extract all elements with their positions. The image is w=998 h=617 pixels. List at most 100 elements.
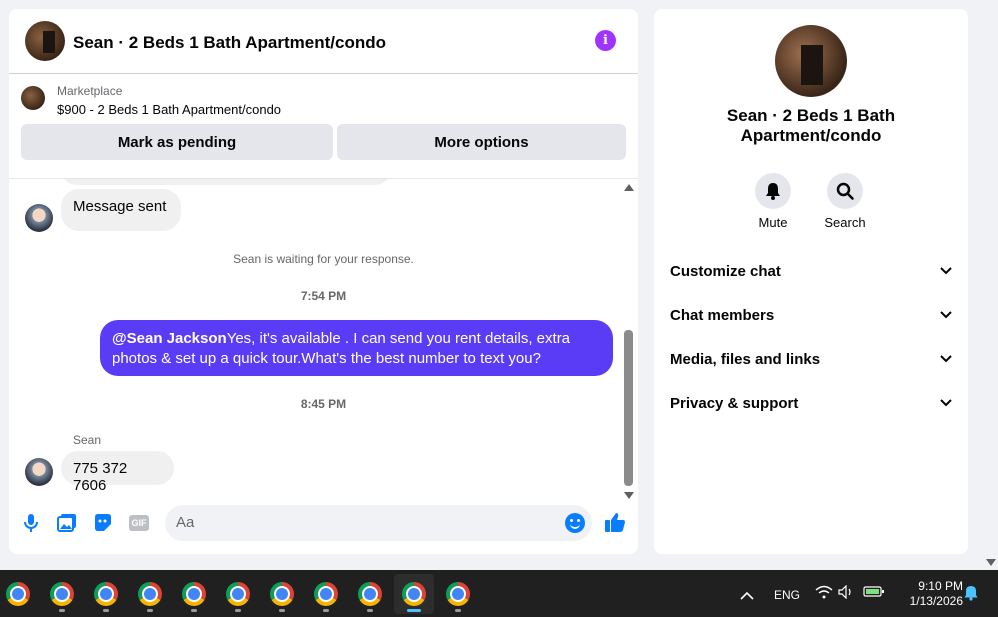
scroll-up-arrow[interactable] [624, 184, 634, 191]
chevron-down-icon [940, 399, 952, 407]
chat-members-section[interactable]: Chat members [670, 303, 952, 327]
chrome-icon [402, 582, 426, 606]
chrome-icon [446, 582, 470, 606]
sender-name: Sean [73, 433, 102, 447]
chrome-icon [314, 582, 338, 606]
running-indicator [191, 609, 197, 612]
contact-avatar-small[interactable] [25, 458, 53, 486]
marketplace-listing: Marketplace $900 - 2 Beds 1 Bath Apartme… [9, 74, 638, 179]
scroll-thumb[interactable] [624, 330, 633, 486]
message-input[interactable]: Aa [165, 505, 592, 541]
page-scroll-down-arrow[interactable] [986, 559, 996, 566]
chrome-taskbar-icon[interactable] [218, 574, 258, 614]
chrome-icon [358, 582, 382, 606]
notification-bell-icon[interactable] [964, 585, 978, 606]
running-indicator [235, 609, 241, 612]
emoji-icon[interactable] [565, 513, 585, 533]
section-label: Chat members [670, 306, 775, 324]
chrome-taskbar-icon[interactable] [306, 574, 346, 614]
scroll-down-arrow[interactable] [624, 492, 634, 499]
clock-time: 9:10 PM [918, 579, 963, 593]
language-indicator[interactable]: ENG [774, 588, 800, 602]
sticker-icon[interactable] [92, 512, 114, 534]
volume-icon[interactable] [838, 584, 854, 604]
running-indicator [367, 609, 373, 612]
info-icon[interactable]: i [595, 30, 616, 51]
timestamp: 7:54 PM [300, 289, 347, 303]
media-files-links-section[interactable]: Media, files and links [670, 347, 952, 371]
chrome-taskbar-icon[interactable] [262, 574, 302, 614]
running-indicator [455, 609, 461, 612]
chevron-down-icon [940, 355, 952, 363]
chevron-up-icon[interactable] [740, 587, 754, 605]
running-indicator [59, 609, 65, 612]
chrome-icon [6, 582, 30, 606]
mute-label: Mute [758, 215, 788, 230]
thumbs-up-icon[interactable] [604, 511, 626, 533]
timestamp: 8:45 PM [300, 397, 347, 411]
contact-avatar[interactable] [25, 21, 65, 61]
sidebar-avatar[interactable] [775, 25, 847, 97]
gif-icon[interactable]: GIF [128, 512, 150, 534]
message-list: Message sent Sean is waiting for your re… [9, 179, 638, 504]
waiting-notice: Sean is waiting for your response. [233, 252, 414, 266]
composer: GIF Aa [9, 504, 638, 554]
chat-header: Sean · 2 Beds 1 Bath Apartment/condo i [9, 9, 638, 74]
running-indicator [323, 609, 329, 612]
mute-button[interactable]: Mute [743, 173, 803, 230]
search-label: Search [824, 215, 866, 230]
chrome-taskbar-icon-active[interactable] [394, 574, 434, 614]
message-sent-text: Message sent [73, 198, 167, 215]
message-sent-bubble[interactable]: Message sent [61, 189, 181, 231]
listing-thumbnail[interactable] [21, 86, 45, 110]
incoming-message-bubble[interactable]: 775 372 7606 [61, 451, 174, 494]
sidebar-contact-name: Sean · 2 Beds 1 Bath Apartment/condo [726, 106, 896, 145]
chrome-icon [182, 582, 206, 606]
customize-chat-section[interactable]: Customize chat [670, 259, 952, 283]
section-label: Media, files and links [670, 350, 821, 368]
chrome-taskbar-icon[interactable] [438, 574, 478, 614]
clock-date: 1/13/2026 [909, 594, 963, 608]
chrome-taskbar-icon[interactable] [86, 574, 126, 614]
chrome-icon [50, 582, 74, 606]
active-indicator [407, 609, 421, 612]
message-scrollbar[interactable] [622, 179, 634, 503]
system-clock[interactable]: 9:10 PM 1/13/2026 [893, 579, 963, 609]
photo-icon[interactable] [56, 512, 78, 534]
chevron-down-icon [940, 267, 952, 275]
contact-avatar-small[interactable] [25, 204, 53, 232]
conversation-sidebar: Sean · 2 Beds 1 Bath Apartment/condo Mut… [654, 9, 968, 554]
section-label: Customize chat [670, 262, 781, 280]
wifi-icon[interactable] [815, 585, 833, 604]
chrome-icon [138, 582, 162, 606]
search-button[interactable]: Search [815, 173, 875, 230]
section-label: Privacy & support [670, 394, 799, 412]
chat-title[interactable]: Sean · 2 Beds 1 Bath Apartment/condo [73, 33, 386, 53]
chrome-icon [226, 582, 250, 606]
chrome-taskbar-icon[interactable] [0, 574, 38, 614]
listing-label: Marketplace [57, 84, 123, 98]
incoming-message-text: 775 372 7606 [73, 460, 128, 494]
chrome-icon [94, 582, 118, 606]
chrome-taskbar-icon[interactable] [130, 574, 170, 614]
bell-icon [755, 173, 791, 209]
chevron-down-icon [940, 311, 952, 319]
chrome-taskbar-icon[interactable] [350, 574, 390, 614]
chrome-icon [270, 582, 294, 606]
privacy-support-section[interactable]: Privacy & support [670, 391, 952, 415]
previous-message-bubble [61, 179, 391, 185]
chrome-taskbar-icon[interactable] [174, 574, 214, 614]
running-indicator [279, 609, 285, 612]
chrome-taskbar-icon[interactable] [42, 574, 82, 614]
running-indicator [147, 609, 153, 612]
listing-price[interactable]: $900 - 2 Beds 1 Bath Apartment/condo [57, 102, 281, 117]
more-options-button[interactable]: More options [337, 124, 626, 160]
microphone-icon[interactable] [20, 512, 42, 534]
battery-icon[interactable] [863, 584, 885, 603]
search-icon [827, 173, 863, 209]
running-indicator [103, 609, 109, 612]
mark-pending-button[interactable]: Mark as pending [21, 124, 333, 160]
outgoing-message-bubble[interactable]: @Sean JacksonYes, it's available . I can… [100, 320, 613, 376]
mention-link[interactable]: @Sean Jackson [112, 330, 227, 347]
gif-label: GIF [129, 515, 149, 531]
